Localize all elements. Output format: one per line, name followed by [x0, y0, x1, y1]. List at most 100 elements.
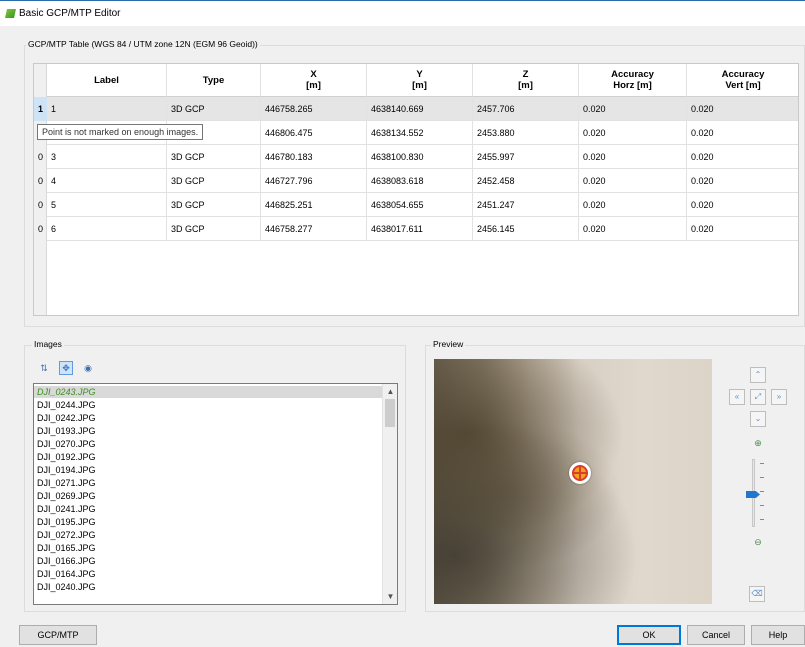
cell-z[interactable]: 2455.997 — [473, 145, 579, 169]
list-item[interactable]: DJI_0244.JPG — [34, 399, 383, 411]
cell-z[interactable]: 2456.145 — [473, 217, 579, 241]
pan-up-icon[interactable]: ⌃ — [750, 367, 766, 383]
list-item[interactable]: DJI_0194.JPG — [34, 464, 383, 476]
cell-y[interactable]: 4638017.611 — [367, 217, 473, 241]
center-point-icon[interactable]: ✥ — [59, 361, 73, 375]
cell-x[interactable]: 446758.265 — [261, 97, 367, 121]
column-header-label[interactable]: Label — [47, 64, 167, 97]
gcp-table[interactable]: ∨ Label Type X[m] Y[m] Z[m] AccuracyHorz… — [33, 63, 799, 316]
pan-down-icon[interactable]: ⌄ — [750, 411, 766, 427]
cell-accuracy-horz[interactable]: 0.020 — [579, 121, 687, 145]
cell-accuracy-horz[interactable]: 0.020 — [579, 217, 687, 241]
cell-x[interactable]: 446758.277 — [261, 217, 367, 241]
row-image-count: 0 — [37, 152, 43, 162]
cell-label[interactable]: 5 — [47, 193, 167, 217]
camera-icon[interactable]: ◉ — [81, 362, 95, 376]
cell-accuracy-vert[interactable]: 0.020 — [687, 145, 798, 169]
cell-label[interactable]: 4 — [47, 169, 167, 193]
cell-accuracy-vert[interactable]: 0.020 — [687, 217, 798, 241]
table-row[interactable]: 0 5 3D GCP 446825.251 4638054.655 2451.2… — [34, 193, 798, 217]
cell-x[interactable]: 446825.251 — [261, 193, 367, 217]
image-list[interactable]: DJI_0243.JPG DJI_0244.JPG DJI_0242.JPG D… — [33, 383, 398, 605]
list-item[interactable]: DJI_0272.JPG — [34, 529, 383, 541]
cell-y[interactable]: 4638083.618 — [367, 169, 473, 193]
cell-y[interactable]: 4638100.830 — [367, 145, 473, 169]
list-item[interactable]: DJI_0242.JPG — [34, 412, 383, 424]
column-header-x[interactable]: X [m] — [261, 64, 367, 97]
scroll-down-icon[interactable]: ▼ — [383, 589, 397, 604]
column-header-y[interactable]: Y [m] — [367, 64, 473, 97]
column-header-type[interactable]: Type — [167, 64, 261, 97]
preview-legend: Preview — [431, 339, 466, 349]
column-header-accuracy-horz[interactable]: Accuracy Horz [m] — [579, 64, 687, 97]
row-image-count: 0 — [37, 200, 43, 210]
scrollbar-thumb[interactable] — [385, 399, 395, 427]
cell-label[interactable]: 3 — [47, 145, 167, 169]
sort-icon[interactable]: ⇅ — [37, 362, 51, 376]
cell-z[interactable]: 2457.706 — [473, 97, 579, 121]
tooltip: Point is not marked on enough images. — [37, 124, 204, 140]
cell-accuracy-horz[interactable]: 0.020 — [579, 169, 687, 193]
list-item[interactable]: DJI_0195.JPG — [34, 516, 383, 528]
cell-type[interactable]: 3D GCP — [167, 217, 261, 241]
cell-x[interactable]: 446780.183 — [261, 145, 367, 169]
pan-left-icon[interactable]: « — [729, 389, 745, 405]
ok-button[interactable]: OK — [617, 625, 681, 645]
slider-tick — [760, 519, 764, 520]
pan-right-icon[interactable]: » — [771, 389, 787, 405]
app-logo-icon — [5, 9, 16, 18]
list-item[interactable]: DJI_0193.JPG — [34, 425, 383, 437]
cell-accuracy-vert[interactable]: 0.020 — [687, 121, 798, 145]
cell-z[interactable]: 2453.880 — [473, 121, 579, 145]
cell-z[interactable]: 2451.247 — [473, 193, 579, 217]
cell-z[interactable]: 2452.458 — [473, 169, 579, 193]
gcp-table-legend: GCP/MTP Table (WGS 84 / UTM zone 12N (EG… — [26, 39, 260, 49]
scroll-up-icon[interactable]: ▲ — [383, 384, 397, 399]
zoom-out-icon[interactable]: ⊖ — [752, 536, 764, 548]
cell-y[interactable]: 4638134.552 — [367, 121, 473, 145]
cell-accuracy-horz[interactable]: 0.020 — [579, 97, 687, 121]
cell-label[interactable]: 6 — [47, 217, 167, 241]
cell-accuracy-vert[interactable]: 0.020 — [687, 193, 798, 217]
cell-type[interactable]: 3D GCP — [167, 169, 261, 193]
column-header-z[interactable]: Z [m] — [473, 64, 579, 97]
cell-accuracy-vert[interactable]: 0.020 — [687, 169, 798, 193]
cell-label[interactable]: 1 — [47, 97, 167, 121]
list-item[interactable]: DJI_0240.JPG — [34, 581, 383, 593]
table-row[interactable]: 0 6 3D GCP 446758.277 4638017.611 2456.1… — [34, 217, 798, 241]
gcp-mtp-manager-button[interactable]: GCP/MTP Manager — [19, 625, 97, 645]
list-item[interactable]: DJI_0271.JPG — [34, 477, 383, 489]
gcp-marker-icon[interactable] — [569, 462, 591, 484]
row-image-count: 0 — [37, 176, 43, 186]
cell-y[interactable]: 4638140.669 — [367, 97, 473, 121]
cell-y[interactable]: 4638054.655 — [367, 193, 473, 217]
cell-accuracy-vert[interactable]: 0.020 — [687, 97, 798, 121]
list-item[interactable]: DJI_0241.JPG — [34, 503, 383, 515]
delete-mark-icon[interactable]: ⌫ — [749, 586, 765, 602]
fit-view-icon[interactable]: ⤢ — [750, 389, 766, 405]
table-row[interactable]: 0 3 3D GCP 446780.183 4638100.830 2455.9… — [34, 145, 798, 169]
images-legend: Images — [32, 339, 64, 349]
list-item[interactable]: DJI_0166.JPG — [34, 555, 383, 567]
cell-x[interactable]: 446806.475 — [261, 121, 367, 145]
help-button[interactable]: Help — [751, 625, 805, 645]
cell-type[interactable]: 3D GCP — [167, 193, 261, 217]
cell-accuracy-horz[interactable]: 0.020 — [579, 145, 687, 169]
row-image-count: 1 — [34, 97, 47, 121]
column-header-accuracy-vert[interactable]: Accuracy Vert [m] — [687, 64, 798, 97]
cell-type[interactable]: 3D GCP — [167, 145, 261, 169]
list-item[interactable]: DJI_0269.JPG — [34, 490, 383, 502]
list-item[interactable]: DJI_0243.JPG — [34, 386, 383, 398]
list-item[interactable]: DJI_0270.JPG — [34, 438, 383, 450]
zoom-in-icon[interactable]: ⊕ — [752, 437, 764, 449]
image-list-scrollbar[interactable]: ▲ ▼ — [382, 384, 397, 604]
list-item[interactable]: DJI_0192.JPG — [34, 451, 383, 463]
cell-x[interactable]: 446727.796 — [261, 169, 367, 193]
table-row[interactable]: 0 4 3D GCP 446727.796 4638083.618 2452.4… — [34, 169, 798, 193]
list-item[interactable]: DJI_0164.JPG — [34, 568, 383, 580]
cancel-button[interactable]: Cancel — [687, 625, 745, 645]
list-item[interactable]: DJI_0165.JPG — [34, 542, 383, 554]
cell-accuracy-horz[interactable]: 0.020 — [579, 193, 687, 217]
table-row[interactable]: 1 1 3D GCP 446758.265 4638140.669 2457.7… — [34, 97, 798, 121]
cell-type[interactable]: 3D GCP — [167, 97, 261, 121]
